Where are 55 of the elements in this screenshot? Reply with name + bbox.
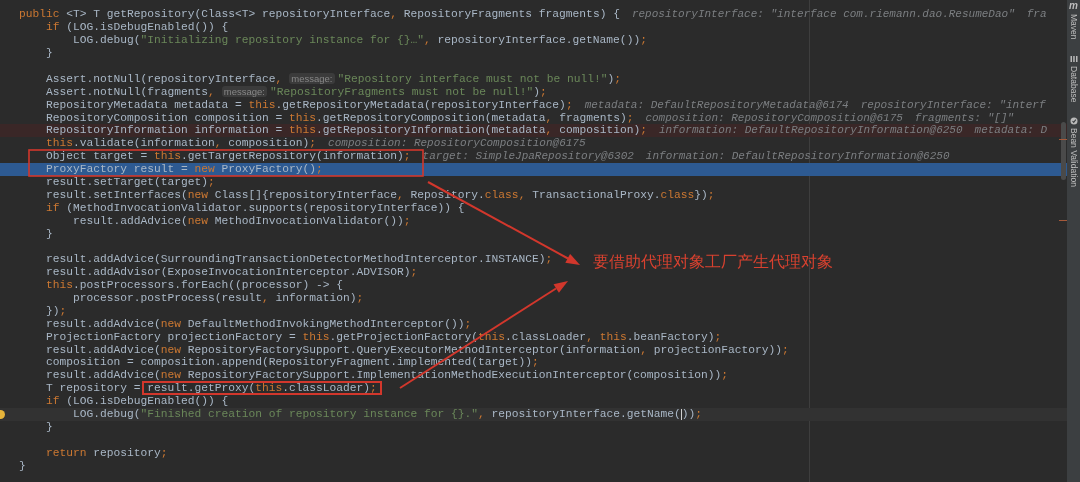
tool-window-button[interactable]: Bean Validation [1067,127,1080,187]
tool-window-button[interactable]: Maven [1067,14,1080,40]
lightbulb-icon[interactable] [0,409,5,419]
code-text: RepositoryComposition composition = this.getRepositoryComposition(metadata, fragments); [45,112,634,123]
code-text: public <T> T getRepository(Class<T> repositoryInterface, RepositoryFragments fragments) { [19,9,620,20]
code-text: result.addAdvice(new MethodInvocationValidator()); [72,215,411,226]
inline-value-hint: metadata: DefaultRepositoryMetadata@6174 [584,99,849,110]
code-text: "RepositoryFragments must not be null!"); [270,86,547,97]
code-text: Object target = this.getTargetRepository(information); [45,151,411,162]
annotation-note: 要借助代理对象工厂产生代理对象 [593,253,833,271]
code-text: RepositoryInformation information = this.getRepositoryInformation(metadata, composition); [45,125,647,136]
code-text: ProjectionFactory projectionFactory = this.getProjectionFactory(this.classLoader, this.beanFactory); [45,331,722,342]
code-text: RepositoryMetadata metadata = this.getRepositoryMetadata(repositoryInterface); [45,99,573,110]
code-text: result.addAdvisor(ExposeInvocationInterceptor.ADVISOR); [45,267,418,278]
code-text: this.validate(information, composition); [45,138,317,149]
parameter-hint: message: [289,73,335,85]
code-text: LOG.debug("Finished creation of repository instance for {}.", repositoryInterface.getName()); [72,408,702,420]
code-text: result.setTarget(target); [45,177,215,187]
code-text: return repository; [45,447,168,458]
inline-value-hint: target: SimpleJpaRepository@6302 [422,151,634,162]
code-text: }); [45,305,67,316]
code-text: if (MethodInvocationValidator.supports(repositoryInterface)) { [45,202,465,213]
code-text: if (LOG.isDebugEnabled()) { [45,396,229,407]
code-text: "Repository interface must not be null!"); [337,73,622,84]
code-text: } [45,48,53,59]
code-text: this.postProcessors.forEach((processor) -> { [45,280,344,291]
code-text: Assert.notNull(fragments, [45,86,215,97]
inline-value-hint: composition: RepositoryComposition@6175 [328,138,586,149]
code-text: result.addAdvice(SurroundingTransactionDetectorMethodInterceptor.INSTANCE); [45,254,553,265]
code-text: Assert.notNull(repositoryInterface, [45,73,283,84]
inline-value-hint: fragments: "[]" [914,112,1014,123]
inline-value-hint: information: DefaultRepositoryInformation@6250 [658,125,963,136]
code-text: result.addAdvice(new DefaultMethodInvokingMethodInterceptor()); [45,318,472,329]
code-text: processor.postProcess(result, information); [72,293,364,304]
scrollbar-thumb[interactable] [1061,122,1066,180]
inline-value-hint: fra [1026,9,1047,20]
inline-value-hint: composition: RepositoryComposition@6175 [645,112,903,123]
code-text: } [45,421,53,432]
code-text: T repository = [45,383,142,394]
code-text: } [45,228,53,239]
database-icon [1069,54,1078,63]
inline-value-hint: information: DefaultRepositoryInformation@6250 [645,151,950,162]
letter-icon: m [1069,1,1078,11]
code-text: LOG.debug("Initializing repository instance for {}…", repositoryInterface.getName()); [72,35,647,46]
annotated-code-text: result.getProxy(this.classLoader); [142,381,382,396]
inline-value-hint: metadata: D [974,125,1048,136]
inline-value-hint: repositoryInterface: "interface com.riemann.dao.ResumeDao" [631,9,1015,20]
error-stripe-mark[interactable] [1059,220,1067,221]
error-stripe-mark[interactable] [1059,139,1067,140]
code-text: if (LOG.isDebugEnabled()) { [45,22,229,33]
tool-window-button[interactable]: Database [1067,65,1080,102]
inline-value-hint: repositoryInterface: "interf [860,99,1046,110]
code-text: ProxyFactory result = new ProxyFactory(); [45,164,323,175]
code-text: } [19,460,26,471]
parameter-hint: message: [221,86,267,98]
